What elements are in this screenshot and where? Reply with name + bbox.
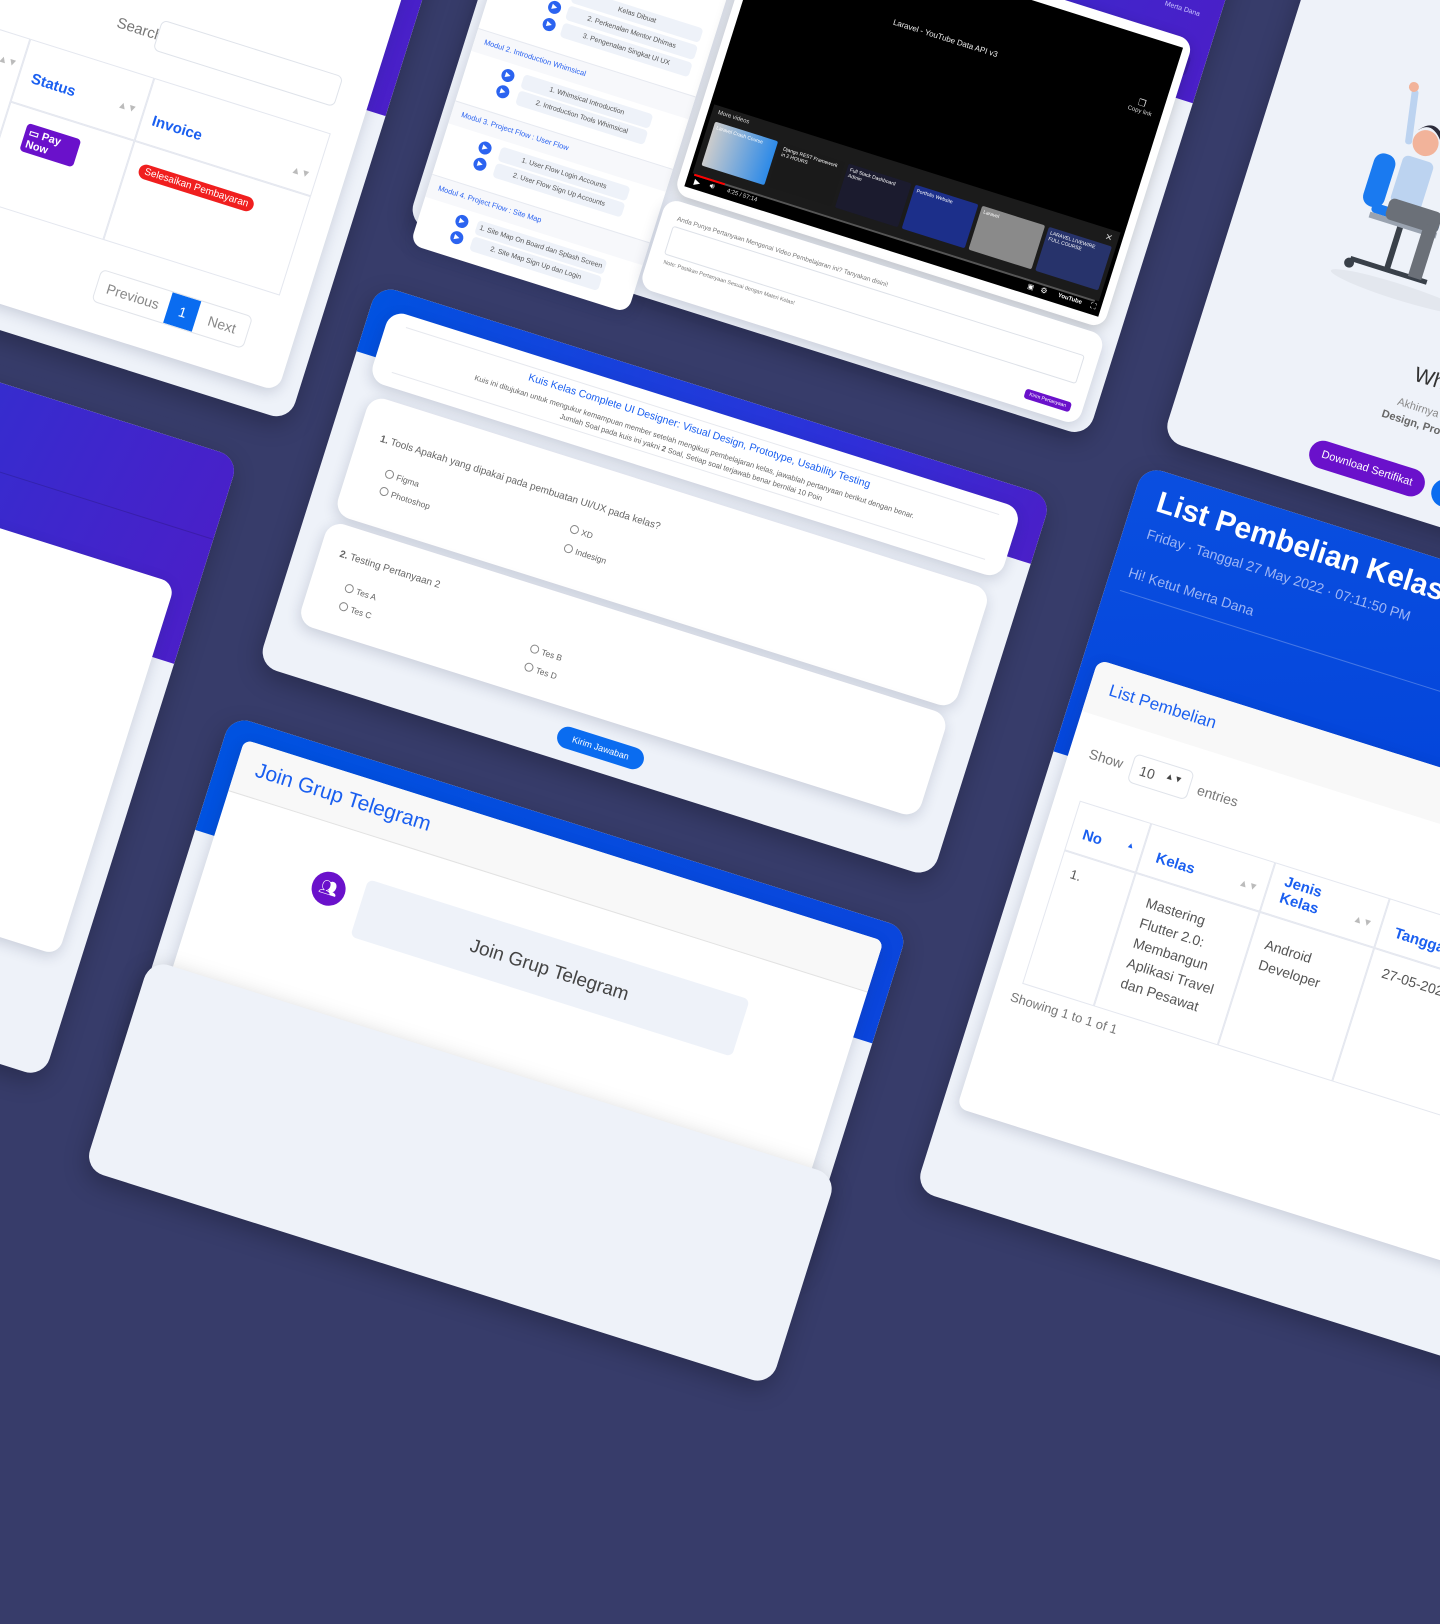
- radio-button: [529, 643, 541, 655]
- option-indesign[interactable]: Indesign: [562, 542, 608, 566]
- fullscreen-icon[interactable]: ⛶: [1089, 301, 1097, 312]
- settings-icon[interactable]: ⚙: [1039, 285, 1049, 296]
- option-tes-c[interactable]: Tes C: [337, 601, 373, 621]
- header-user-name: Merta Dana: [1163, 0, 1201, 19]
- video-camera-icon: ▶: [448, 229, 465, 246]
- video-camera-icon: ▶: [541, 16, 558, 33]
- send-question-button[interactable]: Kirim Pertanyaan: [1022, 388, 1073, 413]
- sort-asc-icon: ▲: [1125, 839, 1136, 851]
- video-thumbnail[interactable]: Laravel: [968, 205, 1046, 270]
- option-tes-a[interactable]: Tes A: [343, 582, 378, 602]
- play-icon[interactable]: ▶: [693, 177, 702, 187]
- copy-link-button[interactable]: ❐ Copy link: [1127, 95, 1156, 118]
- pagination-previous[interactable]: Previous: [93, 270, 174, 323]
- video-thumbnail[interactable]: Django REST Framework in 2 HOURS: [768, 142, 845, 207]
- video-thumbnail[interactable]: Full Stack Dashboard Admin: [834, 163, 912, 228]
- select-arrows-icon: ▲▼: [1164, 770, 1185, 786]
- radio-button: [568, 523, 581, 536]
- radio-button: [343, 582, 355, 595]
- option-figma[interactable]: Figma: [383, 468, 421, 489]
- entries-label: entries: [1195, 781, 1241, 810]
- video-camera-icon: ▶: [471, 156, 489, 173]
- users-icon: 👥︎: [307, 867, 350, 911]
- sort-icon: ▲▼: [1237, 877, 1260, 894]
- pay-now-button[interactable]: ▭ Pay Now: [19, 122, 82, 168]
- entries-select[interactable]: 10 ▲▼: [1126, 753, 1195, 801]
- option-tes-d[interactable]: Tes D: [523, 661, 558, 681]
- download-certificate-button[interactable]: Download Sertifikat: [1305, 437, 1429, 500]
- sort-icon: ▲▼: [1351, 913, 1374, 930]
- secondary-button[interactable]: [1427, 475, 1440, 521]
- video-camera-icon: ▶: [499, 67, 517, 84]
- celebrating-woman-illustration: [1330, 81, 1440, 314]
- sort-icon[interactable]: ▲▼: [290, 164, 312, 180]
- radio-button: [383, 468, 396, 481]
- pagination-next[interactable]: Next: [192, 301, 252, 347]
- radio-button: [337, 601, 350, 613]
- pagination: Previous 1 Next: [91, 268, 254, 350]
- radio-button: [523, 661, 535, 673]
- option-photoshop[interactable]: Photoshop: [378, 485, 431, 511]
- captions-icon[interactable]: ▣: [1026, 282, 1035, 292]
- video-thumbnail[interactable]: Portfolio Website: [901, 184, 979, 249]
- video-thumbnail[interactable]: LARAVEL LIVEWIRE FULL COURSE: [1035, 226, 1112, 291]
- video-camera-icon: ▶: [476, 139, 494, 157]
- greeting: Hi! Ketut Merta Dana: [1126, 564, 1257, 619]
- sort-icon[interactable]: ▲▼: [116, 99, 138, 115]
- option-tes-b[interactable]: Tes B: [529, 643, 563, 663]
- video-camera-icon: ▶: [453, 213, 471, 230]
- radio-button: [378, 485, 390, 498]
- radio-button: [562, 542, 575, 555]
- volume-icon[interactable]: 🔊︎: [708, 181, 716, 192]
- video-title[interactable]: Laravel - YouTube Data API v3: [892, 18, 999, 59]
- show-label: Show: [1087, 745, 1126, 772]
- close-icon[interactable]: ✕: [1103, 231, 1114, 244]
- video-camera-icon: ▶: [546, 0, 563, 16]
- mockup-stage: Search: ▲▼ Status ▲▼ Invoice ▲▼ ▭ Pay No…: [0, 0, 1440, 1401]
- video-camera-icon: ▶: [494, 83, 511, 100]
- option-xd[interactable]: XD: [568, 523, 594, 541]
- video-thumbnail[interactable]: Laravel Crash Course: [701, 121, 779, 186]
